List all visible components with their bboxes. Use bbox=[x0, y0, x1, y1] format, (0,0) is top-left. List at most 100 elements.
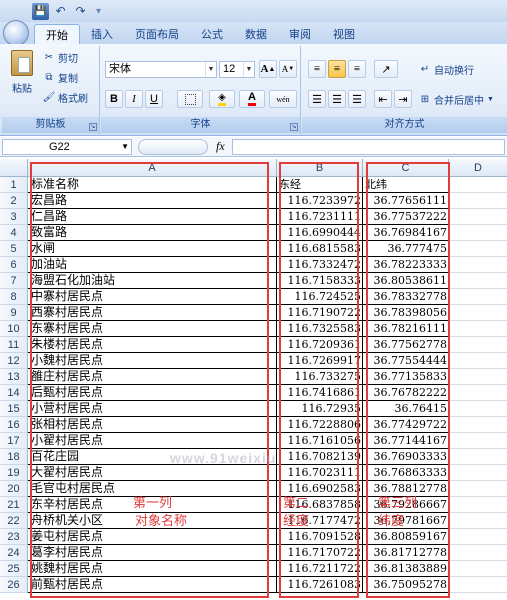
bold-button[interactable]: B bbox=[105, 90, 123, 108]
column-header-a[interactable]: A bbox=[28, 159, 277, 177]
cell-empty[interactable] bbox=[449, 481, 507, 497]
align-center-button[interactable]: ☰ bbox=[328, 90, 346, 108]
italic-button[interactable]: I bbox=[125, 90, 143, 108]
cell-latitude[interactable]: 36.77135833 bbox=[363, 369, 449, 385]
cell-empty[interactable] bbox=[449, 417, 507, 433]
copy-button[interactable]: ⧉ 复制 bbox=[42, 70, 78, 85]
merge-center-button[interactable]: ⊞ 合并后居中 ▼ bbox=[418, 92, 494, 107]
row-header[interactable]: 14 bbox=[0, 385, 28, 401]
row-header[interactable]: 18 bbox=[0, 449, 28, 465]
cell-name-header[interactable]: 标准名称 bbox=[28, 177, 277, 193]
cell-longitude[interactable]: 116.7325583 bbox=[277, 321, 363, 337]
cell-empty[interactable] bbox=[449, 289, 507, 305]
fill-color-button[interactable]: ◈ bbox=[209, 90, 235, 108]
cell-longitude[interactable]: 116.7416861 bbox=[277, 385, 363, 401]
cell-latitude[interactable]: 36.78332778 bbox=[363, 289, 449, 305]
insert-function-icon[interactable]: fx bbox=[216, 139, 225, 154]
cell-name[interactable]: 西寨村居民点 bbox=[28, 305, 277, 321]
cell-name[interactable]: 张相村居民点 bbox=[28, 417, 277, 433]
cell-latitude[interactable]: 36.76863333 bbox=[363, 465, 449, 481]
underline-button[interactable]: U bbox=[145, 90, 163, 108]
cell-latitude[interactable]: 36.777475 bbox=[363, 241, 449, 257]
cell-latitude[interactable]: 36.78223333 bbox=[363, 257, 449, 273]
cell-longitude[interactable]: 116.7170722 bbox=[277, 545, 363, 561]
cell-empty[interactable] bbox=[449, 497, 507, 513]
tab-insert[interactable]: 插入 bbox=[80, 24, 124, 44]
office-button[interactable] bbox=[3, 20, 29, 46]
shrink-font-button[interactable]: A ▼ bbox=[279, 60, 297, 78]
cell-latitude[interactable]: 36.81712778 bbox=[363, 545, 449, 561]
cell-latitude[interactable]: 36.76782222 bbox=[363, 385, 449, 401]
cell-empty[interactable] bbox=[449, 369, 507, 385]
cell-empty[interactable] bbox=[449, 433, 507, 449]
row-header[interactable]: 7 bbox=[0, 273, 28, 289]
cell-latitude[interactable]: 36.77554444 bbox=[363, 353, 449, 369]
row-header[interactable]: 2 bbox=[0, 193, 28, 209]
row-header[interactable]: 21 bbox=[0, 497, 28, 513]
cell-latitude[interactable]: 36.75095278 bbox=[363, 577, 449, 593]
cell-longitude[interactable]: 116.7231111 bbox=[277, 209, 363, 225]
cell-name[interactable]: 仁昌路 bbox=[28, 209, 277, 225]
align-middle-button[interactable]: ≡ bbox=[328, 60, 346, 78]
cell-longitude[interactable]: 116.7332472 bbox=[277, 257, 363, 273]
cell-latitude-header[interactable]: 北纬 bbox=[363, 177, 449, 193]
cell-longitude[interactable]: 116.7269917 bbox=[277, 353, 363, 369]
row-header[interactable]: 12 bbox=[0, 353, 28, 369]
font-color-button[interactable]: A bbox=[239, 90, 265, 108]
borders-button[interactable] bbox=[177, 90, 203, 108]
cell-name[interactable]: 水闸 bbox=[28, 241, 277, 257]
cell-empty[interactable] bbox=[449, 193, 507, 209]
cell-latitude[interactable]: 36.76415 bbox=[363, 401, 449, 417]
row-header[interactable]: 10 bbox=[0, 321, 28, 337]
cell-latitude[interactable]: 36.76984167 bbox=[363, 225, 449, 241]
cell-name[interactable]: 姜屯村居民点 bbox=[28, 529, 277, 545]
undo-icon[interactable]: ↶ bbox=[52, 3, 69, 20]
cell-longitude[interactable]: 116.7209361 bbox=[277, 337, 363, 353]
row-header[interactable]: 19 bbox=[0, 465, 28, 481]
tab-view[interactable]: 视图 bbox=[322, 24, 366, 44]
cell-name[interactable]: 朱楼村居民点 bbox=[28, 337, 277, 353]
cell-empty[interactable] bbox=[449, 545, 507, 561]
tab-review[interactable]: 审阅 bbox=[278, 24, 322, 44]
cell-longitude[interactable]: 116.7233972 bbox=[277, 193, 363, 209]
align-bottom-button[interactable]: ≡ bbox=[348, 60, 366, 78]
cell-empty[interactable] bbox=[449, 241, 507, 257]
cell-name[interactable]: 宏昌路 bbox=[28, 193, 277, 209]
row-header[interactable]: 3 bbox=[0, 209, 28, 225]
cell-longitude[interactable]: 116.733275 bbox=[277, 369, 363, 385]
row-header[interactable]: 22 bbox=[0, 513, 28, 529]
cell-name[interactable]: 前甄村居民点 bbox=[28, 577, 277, 593]
cell-empty[interactable] bbox=[449, 225, 507, 241]
tab-home[interactable]: 开始 bbox=[34, 24, 80, 44]
cell-latitude[interactable]: 36.77144167 bbox=[363, 433, 449, 449]
cell-empty[interactable] bbox=[449, 449, 507, 465]
cell-longitude[interactable]: 116.6990444 bbox=[277, 225, 363, 241]
cell-name[interactable]: 小营村居民点 bbox=[28, 401, 277, 417]
cell-empty[interactable] bbox=[449, 305, 507, 321]
row-header[interactable]: 17 bbox=[0, 433, 28, 449]
row-header[interactable]: 13 bbox=[0, 369, 28, 385]
cell-name[interactable]: 致富路 bbox=[28, 225, 277, 241]
cell-empty[interactable] bbox=[449, 177, 507, 193]
decrease-indent-button[interactable]: ⇤ bbox=[374, 90, 392, 108]
cell-latitude[interactable]: 36.80859167 bbox=[363, 529, 449, 545]
align-left-button[interactable]: ☰ bbox=[308, 90, 326, 108]
cell-name[interactable]: 姚魏村居民点 bbox=[28, 561, 277, 577]
row-header[interactable]: 20 bbox=[0, 481, 28, 497]
cell-name[interactable]: 大翟村居民点 bbox=[28, 465, 277, 481]
cell-empty[interactable] bbox=[449, 513, 507, 529]
format-painter-button[interactable]: 🖌 格式刷 bbox=[42, 90, 88, 105]
cell-latitude[interactable]: 36.77537222 bbox=[363, 209, 449, 225]
cell-longitude[interactable]: 116.6815583 bbox=[277, 241, 363, 257]
cell-latitude[interactable]: 36.76903333 bbox=[363, 449, 449, 465]
tab-page-layout[interactable]: 页面布局 bbox=[124, 24, 190, 44]
grow-font-button[interactable]: A ▲ bbox=[259, 60, 277, 78]
cell-empty[interactable] bbox=[449, 561, 507, 577]
cell-empty[interactable] bbox=[449, 273, 507, 289]
cell-longitude[interactable]: 116.724525 bbox=[277, 289, 363, 305]
cell-latitude[interactable]: 36.80538611 bbox=[363, 273, 449, 289]
cell-longitude[interactable]: 116.7261083 bbox=[277, 577, 363, 593]
increase-indent-button[interactable]: ⇥ bbox=[394, 90, 412, 108]
cell-empty[interactable] bbox=[449, 577, 507, 593]
cell-name[interactable]: 加油站 bbox=[28, 257, 277, 273]
